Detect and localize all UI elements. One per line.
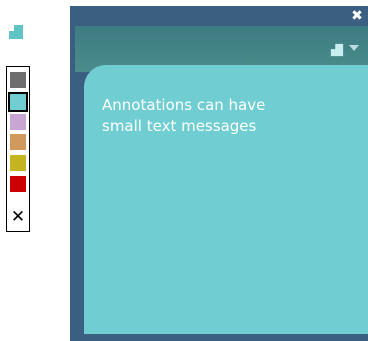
color-palette: ✕ xyxy=(6,66,30,232)
swatch-lavender[interactable] xyxy=(10,114,26,130)
swatch-teal[interactable] xyxy=(8,92,28,112)
close-icon[interactable]: ✖ xyxy=(350,9,364,23)
swatch-dark-gray[interactable] xyxy=(10,72,26,88)
swatch-red[interactable] xyxy=(10,176,26,192)
annotation-text[interactable]: Annotations can have small text messages xyxy=(102,95,302,137)
annotation-body[interactable]: Annotations can have small text messages xyxy=(84,65,368,334)
swatch-tan[interactable] xyxy=(10,134,26,150)
swatch-olive[interactable] xyxy=(10,155,26,171)
annotation-tool-icon[interactable] xyxy=(8,24,24,40)
clear-color-close-icon[interactable]: ✕ xyxy=(7,207,29,227)
annotation-window: ✖ Annotations can have small text messag… xyxy=(70,6,368,341)
chevron-down-icon[interactable] xyxy=(349,45,359,51)
annotation-icon[interactable] xyxy=(330,42,344,57)
